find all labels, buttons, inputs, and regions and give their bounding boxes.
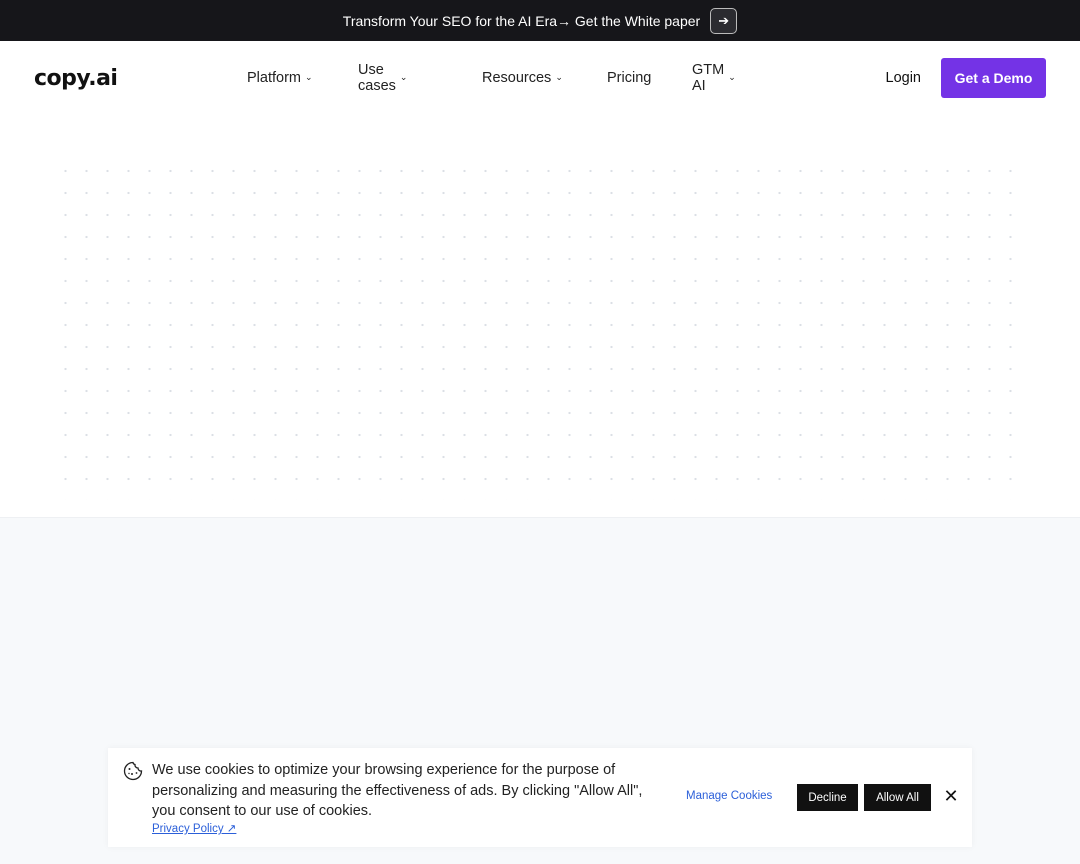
cookie-message: We use cookies to optimize your browsing… [152,762,643,819]
nav-gtm-ai[interactable]: GTM AI ⌄ [692,62,736,94]
nav-resources-label: Resources [482,70,552,86]
decline-button[interactable]: Decline [797,784,858,811]
nav-platform[interactable]: Platform ⌄ [247,70,313,86]
announcement-bar[interactable]: Transform Your SEO for the AI Era→ Get t… [0,0,1080,41]
allow-all-button[interactable]: Allow All [864,784,931,811]
nav-use-cases-label: Use cases [358,62,396,94]
hero-section [0,115,1080,517]
main-header: copy.ai Platform ⌄ Use cases ⌄ Resources… [0,41,1080,115]
chevron-down-icon: ⌄ [555,71,563,82]
announcement-text[interactable]: Transform Your SEO for the AI Era→ Get t… [343,13,700,29]
arrow-right-icon[interactable]: ➔ [710,7,738,34]
nav-pricing-label: Pricing [607,70,652,86]
nav-pricing[interactable]: Pricing [607,70,651,86]
get-demo-button[interactable]: Get a Demo [941,58,1046,98]
nav-gtm-ai-label: GTM AI [692,62,725,94]
privacy-policy-link[interactable]: Privacy Policy ↗ [152,821,236,835]
chevron-down-icon: ⌄ [728,71,736,82]
nav-use-cases[interactable]: Use cases ⌄ [358,62,407,94]
chevron-down-icon: ⌄ [399,71,408,82]
nav-platform-label: Platform [247,70,301,86]
nav-resources[interactable]: Resources ⌄ [482,70,563,86]
cookie-banner: We use cookies to optimize your browsing… [108,748,972,847]
close-icon[interactable]: ✕ [943,786,959,806]
chevron-down-icon: ⌄ [305,71,313,82]
cookie-icon [123,761,143,781]
header-actions: Login Get a Demo [886,58,1046,98]
login-link[interactable]: Login [886,70,921,86]
logo[interactable]: copy.ai [34,66,118,91]
dot-grid-background [55,160,1027,500]
manage-cookies-link[interactable]: Manage Cookies [686,790,772,802]
